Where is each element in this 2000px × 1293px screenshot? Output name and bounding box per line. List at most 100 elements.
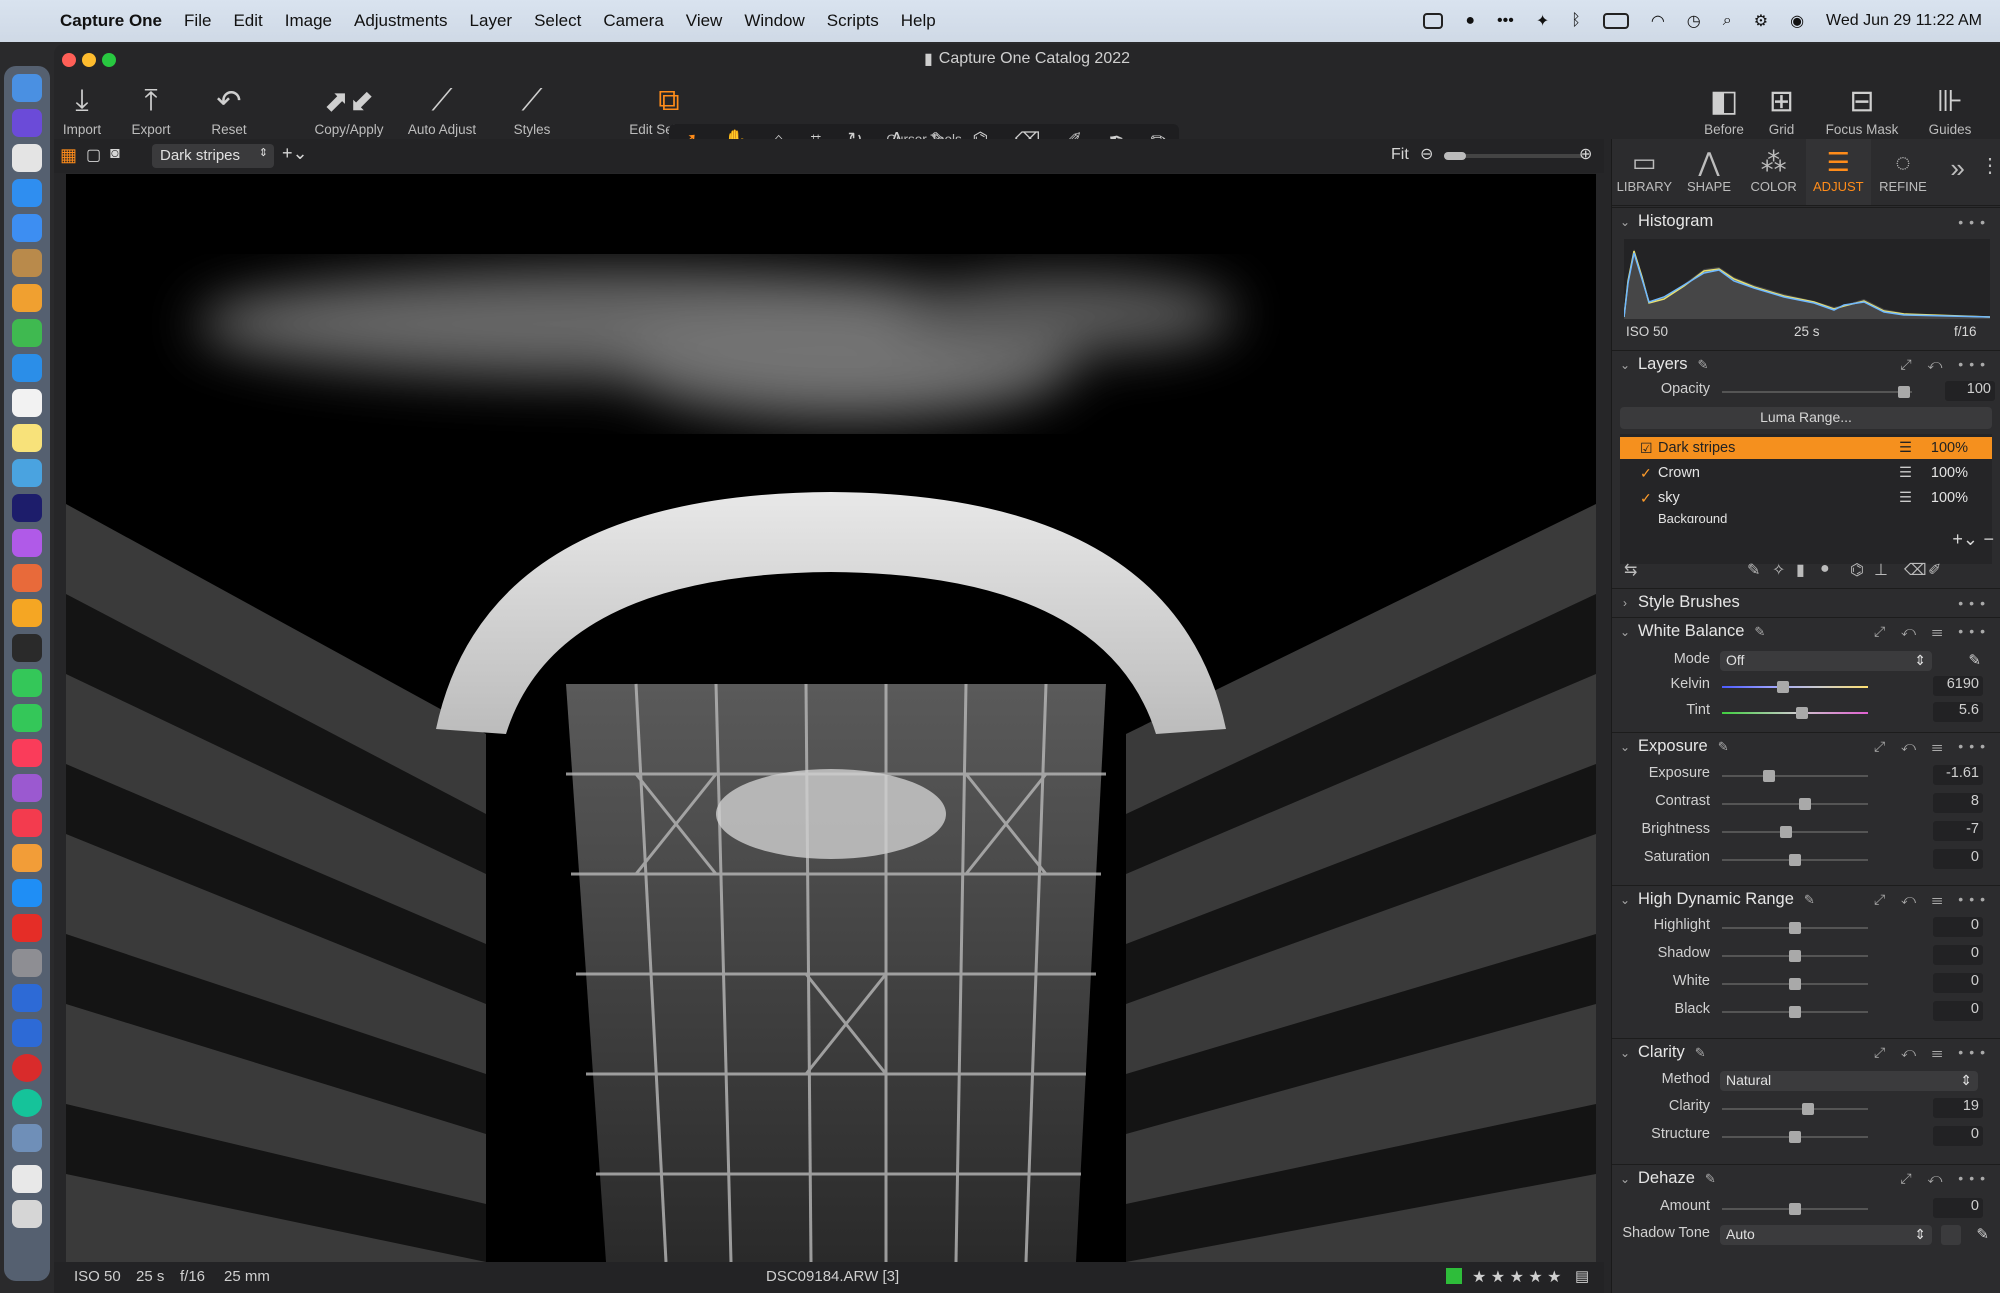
safari-icon[interactable] (12, 179, 42, 207)
shadow-tone-dropdown[interactable]: Auto ⇕ (1720, 1225, 1932, 1245)
maps-icon[interactable] (12, 459, 42, 487)
facetime-icon[interactable] (12, 704, 42, 732)
hdr-header[interactable]: ⌄ High Dynamic Range ✎ ⤢ ↶ ☰ ••• (1612, 885, 2000, 913)
finder-icon[interactable] (12, 74, 42, 102)
opacity-value[interactable]: 100 (1945, 381, 1995, 401)
menubar-clock[interactable]: Wed Jun 29 11:22 AM (1826, 12, 1982, 30)
tab-shape[interactable]: ⋀ SHAPE (1677, 139, 1742, 205)
contacts-icon[interactable] (12, 249, 42, 277)
messages-icon[interactable] (12, 669, 42, 697)
guides-button[interactable]: ⊪ Guides (1920, 80, 1980, 138)
menu-image[interactable]: Image (274, 11, 343, 31)
control-center-icon[interactable]: ⚙ (1754, 11, 1768, 31)
kelvin-slider-thumb[interactable] (1777, 681, 1790, 693)
saturation-slider[interactable] (1722, 854, 1868, 866)
layer-row-crown[interactable]: ✓ Crown ☰ 100% (1620, 462, 1992, 484)
layer-adjust-icon[interactable]: ☰ (1899, 440, 1912, 456)
calendar-icon[interactable] (12, 389, 42, 417)
highlight-value[interactable]: 0 (1933, 917, 1983, 937)
grid-button[interactable]: ⊞ Grid (1754, 80, 1809, 138)
layer-adjust-icon[interactable]: ☰ (1899, 490, 1912, 506)
spotlight-search-icon[interactable]: ⌕ (1723, 12, 1732, 30)
tint-value[interactable]: 5.6 (1933, 702, 1983, 722)
reset-button[interactable]: ↶ Reset (194, 80, 264, 138)
image-viewer[interactable] (66, 174, 1596, 1262)
dehaze-amount-value[interactable]: 0 (1933, 1198, 1983, 1218)
checkmark-icon[interactable]: ✓ (1620, 490, 1652, 507)
white-slider-thumb[interactable] (1789, 978, 1801, 990)
remote-desktop-icon[interactable] (12, 1019, 42, 1047)
books-icon[interactable] (12, 844, 42, 872)
magic-brush-icon[interactable]: ✧ (1772, 560, 1785, 580)
structure-value[interactable]: 0 (1933, 1126, 1983, 1146)
music-icon[interactable] (12, 739, 42, 767)
more-options-icon[interactable]: ••• (1958, 214, 1991, 230)
erase-mask-icon[interactable]: ⌫ (1904, 560, 1927, 580)
bluetooth-icon[interactable]: ᛒ (1571, 12, 1581, 30)
tool-actions-icons[interactable]: ⤢ ↶ ☰ ••• (1874, 623, 1991, 640)
clarity-method-dropdown[interactable]: Natural ⇕ (1720, 1071, 1978, 1091)
siri-icon[interactable]: ◉ (1790, 11, 1804, 31)
numbers-icon[interactable] (12, 319, 42, 347)
grid-view-icon[interactable]: ▦ (60, 145, 77, 166)
menu-file[interactable]: File (173, 11, 222, 31)
dropbox-icon[interactable]: ✦ (1536, 11, 1549, 31)
photos-icon[interactable] (12, 599, 42, 627)
tint-slider[interactable] (1722, 707, 1868, 719)
dots-app-icon[interactable] (12, 1054, 42, 1082)
star-rating[interactable]: ★ ★ ★ ★ ★ (1472, 1267, 1562, 1287)
single-view-icon[interactable]: ▢ (86, 145, 101, 165)
saturation-slider-thumb[interactable] (1789, 854, 1801, 866)
screen-sharing-icon[interactable] (12, 1124, 42, 1152)
draw-mask-icon[interactable]: ✎ (1747, 560, 1760, 580)
structure-slider-thumb[interactable] (1789, 1131, 1801, 1143)
layer-row-sky[interactable]: ✓ sky ☰ 100% (1620, 487, 1992, 509)
affinity-photo-icon[interactable] (12, 529, 42, 557)
layer-adjust-icon[interactable]: ☰ (1899, 465, 1912, 481)
style-brushes-header[interactable]: › Style Brushes ••• (1612, 588, 2000, 616)
shadow-value[interactable]: 0 (1933, 945, 1983, 965)
tint-slider-thumb[interactable] (1796, 707, 1809, 719)
menu-layer[interactable]: Layer (459, 11, 524, 31)
heal-icon[interactable]: ⌬ (1850, 560, 1864, 580)
capture-one-icon[interactable] (12, 634, 42, 662)
tool-actions-icons[interactable]: ⤢ ↶ ☰ ••• (1874, 738, 1991, 755)
layer-row-background[interactable]: Background (1620, 511, 1992, 523)
highlight-slider[interactable] (1722, 922, 1868, 934)
menu-edit[interactable]: Edit (222, 11, 273, 31)
tool-actions-icons[interactable]: ⤢ ↶ ••• (1900, 1170, 1991, 1187)
exposure-slider-thumb[interactable] (1762, 770, 1775, 782)
opacity-slider-thumb[interactable] (1898, 386, 1911, 398)
kelvin-value[interactable]: 6190 (1933, 676, 1983, 696)
panel-menu-icon[interactable]: ⋮ (1980, 139, 2000, 205)
menu-help[interactable]: Help (890, 11, 947, 31)
wb-mode-dropdown[interactable]: Off ⇕ (1720, 651, 1932, 671)
tab-refine[interactable]: ◌ REFINE (1871, 139, 1936, 205)
tool-actions-icons[interactable]: ⤢ ↶ ☰ ••• (1874, 891, 1991, 908)
checkbox-checked-icon[interactable]: ☑ (1620, 440, 1653, 457)
swap-icon[interactable]: ⇆ (1624, 560, 1637, 580)
more-dots-icon[interactable]: ••• (1497, 12, 1514, 30)
menu-select[interactable]: Select (523, 11, 592, 31)
display-icon[interactable] (1423, 13, 1444, 29)
exposure-header[interactable]: ⌄ Exposure ✎ ⤢ ↶ ☰ ••• (1612, 732, 2000, 760)
zoom-out-icon[interactable]: ⊖ (1420, 144, 1433, 164)
contrast-slider[interactable] (1722, 798, 1868, 810)
siri-app-icon[interactable] (12, 109, 42, 137)
black-slider-thumb[interactable] (1789, 1006, 1801, 1018)
document-icon[interactable] (12, 1165, 42, 1193)
menu-camera[interactable]: Camera (592, 11, 674, 31)
layer-row-dark-stripes[interactable]: ☑ Dark stripes ☰ 100% (1620, 437, 1992, 459)
zoom-slider[interactable] (1444, 152, 1584, 160)
menu-app[interactable]: Capture One (60, 11, 173, 31)
preview-icon[interactable] (12, 984, 42, 1012)
dehaze-amount-slider-thumb[interactable] (1789, 1203, 1801, 1215)
radial-gradient-icon[interactable]: ● (1820, 560, 1830, 578)
color-tag-green[interactable] (1446, 1268, 1462, 1284)
brightness-slider[interactable] (1722, 826, 1868, 838)
histogram-header[interactable]: ⌄ Histogram ••• (1612, 207, 2000, 235)
tool-actions-icons[interactable]: ⤢ ↶ ☰ ••• (1874, 1044, 1991, 1061)
saturation-value[interactable]: 0 (1933, 849, 1983, 869)
battery-icon[interactable] (1602, 13, 1629, 29)
shadow-tone-color-swatch[interactable] (1941, 1225, 1961, 1245)
